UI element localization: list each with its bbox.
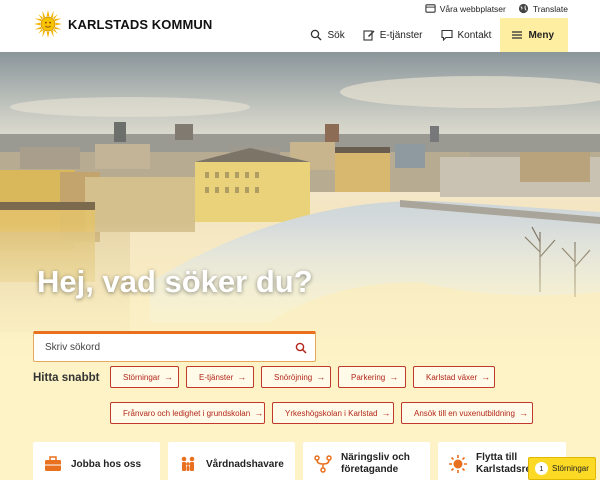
arrow-right-icon: →: [254, 408, 264, 418]
disturbance-label: Störningar: [552, 464, 589, 473]
quick-link-storningar[interactable]: Störningar →: [110, 366, 179, 388]
site-logo[interactable]: KARLSTADS KOMMUN: [34, 10, 212, 38]
translate-label: Translate: [532, 3, 568, 14]
hero-title: Hej, vad söker du?: [37, 264, 313, 299]
card-naringsliv[interactable]: Näringsliv och företagande: [303, 442, 430, 480]
card-label: Näringsliv och företagande: [341, 451, 410, 476]
nav-e-services-label: E-tjänster: [379, 29, 423, 41]
brand-name: KARLSTADS KOMMUN: [68, 16, 213, 32]
quick-link-label: Störningar: [123, 372, 160, 382]
network-icon: [314, 455, 332, 473]
our-websites-label: Våra webbplatser: [439, 3, 506, 14]
quick-link-vuxenutbildning[interactable]: Ansök till en vuxenutbildning →: [401, 402, 533, 424]
quick-link-label: Parkering: [351, 372, 386, 382]
disturbance-notice-button[interactable]: 1 Störningar: [528, 457, 596, 480]
arrow-right-icon: →: [389, 372, 399, 382]
card-vardnadshavare[interactable]: Vårdnadshavare: [168, 442, 295, 480]
search-icon: [311, 29, 322, 41]
arrow-right-icon: →: [481, 372, 491, 382]
arrow-right-icon: →: [381, 408, 391, 418]
utility-nav: Våra webbplatser Translate: [425, 3, 568, 14]
quick-link-label: Snöröjning: [274, 372, 313, 382]
arrow-right-icon: →: [518, 408, 528, 418]
family-icon: [181, 456, 195, 471]
nav-menu-label: Meny: [528, 29, 554, 41]
arrow-right-icon: →: [237, 372, 247, 382]
card-label: Jobba hos oss: [71, 458, 142, 470]
quick-link-label: Karlstad växer: [426, 372, 478, 382]
nav-contact-label: Kontakt: [457, 29, 492, 41]
nav-search[interactable]: Sök: [301, 18, 353, 52]
quick-link-e-tjanster[interactable]: E-tjänster →: [186, 366, 254, 388]
quick-link-label: Ansök till en vuxenutbildning: [414, 408, 515, 418]
quick-link-label: Frånvaro och ledighet i grundskolan: [123, 408, 251, 418]
briefcase-icon: [45, 456, 61, 471]
websites-icon: [425, 4, 436, 13]
sun-logo-icon: [34, 10, 62, 38]
main-nav: Sök E-tjänster Kontakt Meny: [301, 18, 568, 52]
quick-link-parkering[interactable]: Parkering →: [338, 366, 406, 388]
quick-links-heading: Hitta snabbt: [33, 372, 100, 384]
edit-icon: [363, 30, 375, 41]
hero-section: Hej, vad söker du?: [0, 52, 600, 362]
arrow-right-icon: →: [163, 372, 173, 382]
hamburger-icon: [512, 31, 523, 39]
translate-link[interactable]: Translate: [518, 3, 568, 14]
nav-contact[interactable]: Kontakt: [432, 18, 501, 52]
quick-links-section: Hitta snabbt Störningar → E-tjänster → Snö…: [0, 362, 600, 480]
arrow-right-icon: →: [316, 372, 326, 382]
quick-link-karlstad-vaxer[interactable]: Karlstad växer →: [413, 366, 495, 388]
nav-e-services[interactable]: E-tjänster: [354, 18, 432, 52]
site-header: KARLSTADS KOMMUN Våra webbplatser Transl…: [0, 0, 600, 52]
card-label: Vårdnadshavare: [206, 458, 284, 470]
nav-menu-button[interactable]: Meny: [500, 18, 568, 52]
quick-link-label: E-tjänster: [199, 372, 234, 382]
quick-link-franvaro[interactable]: Frånvaro och ledighet i grundskolan →: [110, 402, 265, 424]
chat-icon: [440, 29, 453, 41]
quick-link-yrkeshogskolan[interactable]: Yrkeshögskolan i Karlstad →: [272, 402, 394, 424]
our-websites-link[interactable]: Våra webbplatser: [425, 3, 506, 14]
globe-icon: [518, 3, 528, 14]
quick-link-label: Yrkeshögskolan i Karlstad: [285, 408, 378, 418]
hero-cityscape-image: [0, 52, 600, 362]
search-icon: [295, 342, 307, 354]
nav-search-label: Sök: [327, 29, 345, 41]
quick-link-snorojning[interactable]: Snöröjning →: [261, 366, 331, 388]
sun-icon: [449, 455, 467, 473]
search-box: [33, 331, 316, 362]
card-jobba-hos-oss[interactable]: Jobba hos oss: [33, 442, 160, 480]
disturbance-count-badge: 1: [535, 462, 548, 475]
search-input[interactable]: [34, 334, 287, 361]
search-submit-button[interactable]: [287, 334, 315, 361]
